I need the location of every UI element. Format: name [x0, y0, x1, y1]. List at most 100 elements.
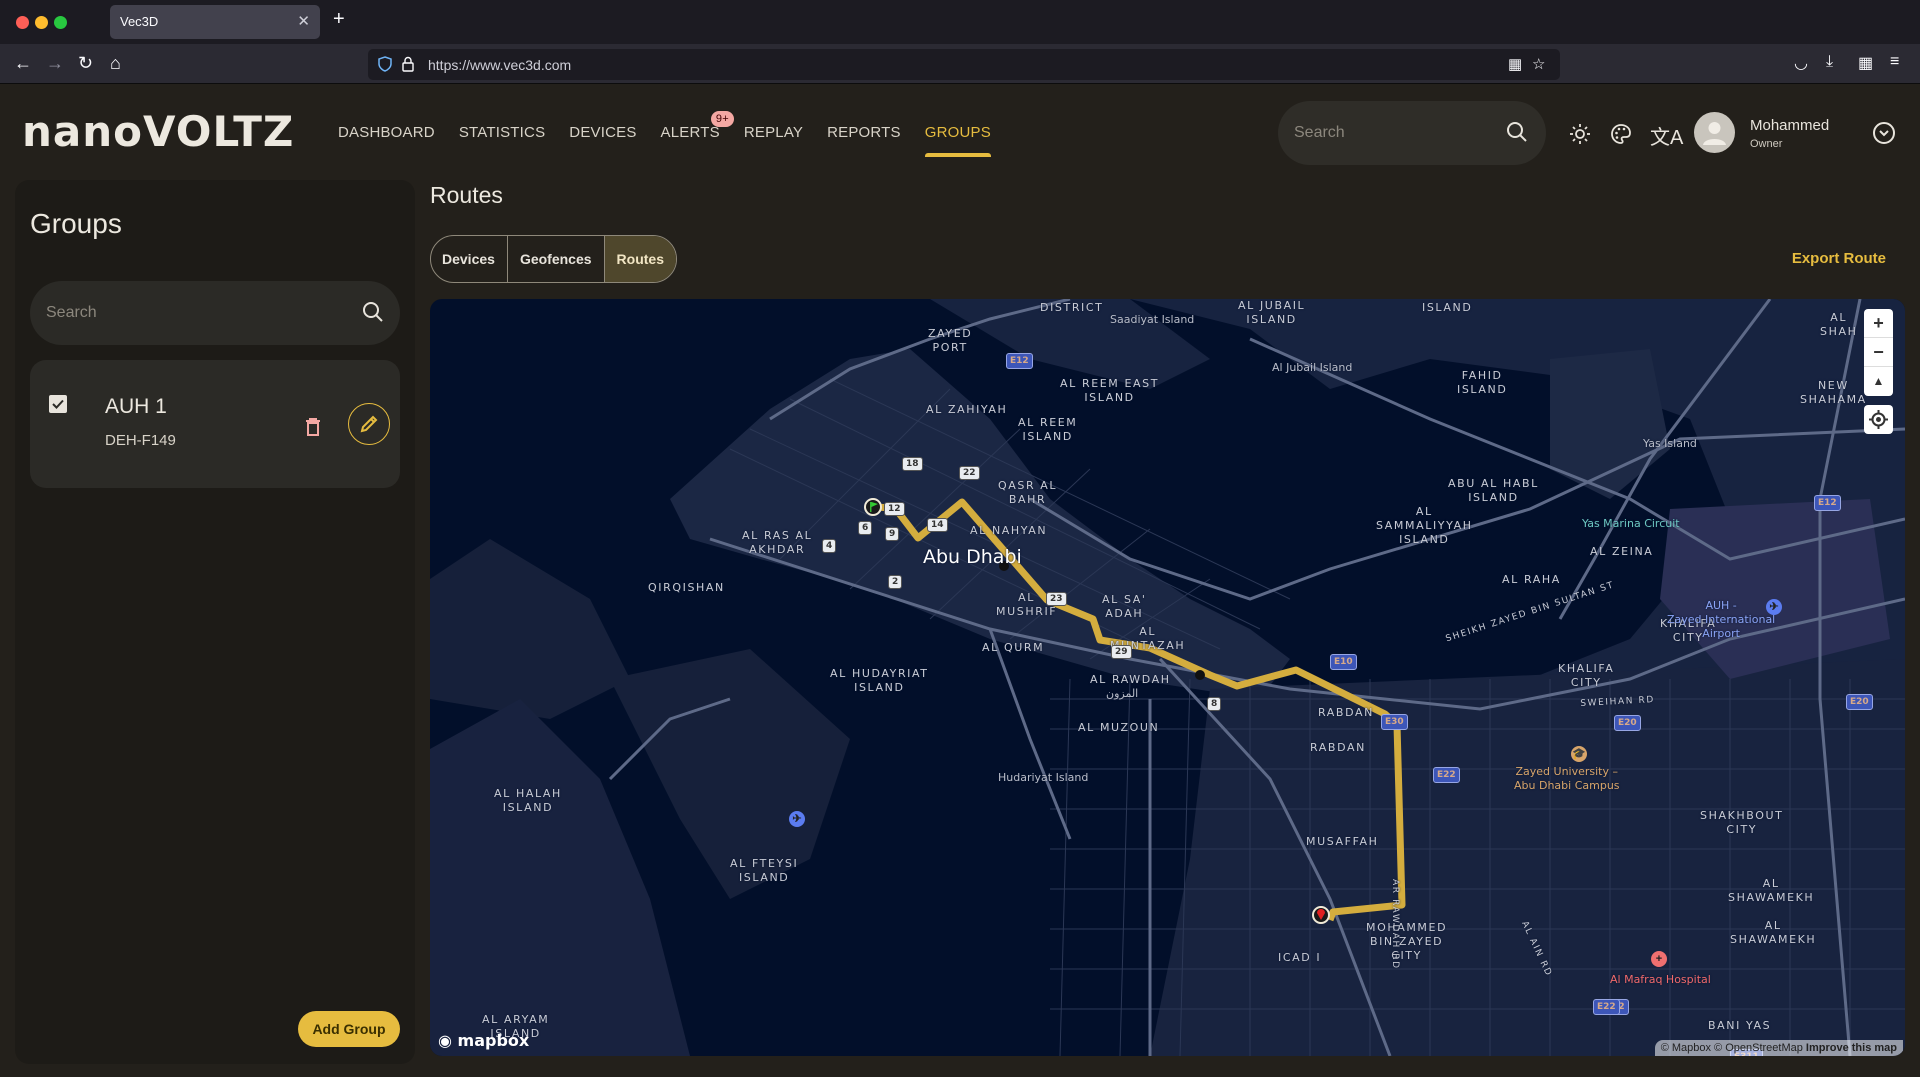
map-label: AL REEM ISLAND [1018, 416, 1078, 443]
avatar[interactable] [1694, 112, 1735, 153]
logo[interactable]: nanoVOLTZ [22, 107, 294, 156]
window-minimize-button[interactable] [35, 16, 48, 29]
tab-routes[interactable]: Routes [604, 236, 676, 282]
theme-light-icon[interactable] [1569, 123, 1591, 145]
forward-icon[interactable]: → [46, 52, 64, 74]
map-label: AR RAWDAH RD [1390, 879, 1400, 970]
active-tab-indicator [924, 153, 991, 157]
nav-label: ALERTS [660, 124, 720, 141]
close-tab-icon[interactable]: ✕ [297, 12, 310, 30]
map-label: Yas Marina Circuit [1582, 517, 1680, 530]
export-route-button[interactable]: Export Route [1792, 250, 1886, 267]
url-bar[interactable]: https://www.vec3d.com ▦ ☆ [368, 49, 1560, 80]
highway-shield: E12 [1006, 353, 1033, 369]
map-label: RABDAN [1318, 706, 1374, 719]
qr-code-icon[interactable]: ▦ [1508, 55, 1522, 73]
nav-dashboard[interactable]: DASHBOARD [338, 85, 435, 165]
add-group-button[interactable]: Add Group [298, 1011, 400, 1047]
home-icon[interactable]: ⌂ [110, 52, 121, 74]
zoom-in-button[interactable]: + [1864, 309, 1893, 338]
airport-icon[interactable]: ✈ [1766, 599, 1782, 615]
nav-devices[interactable]: DEVICES [569, 85, 636, 165]
compass-button[interactable]: ▲ [1864, 367, 1893, 396]
group-list-item[interactable]: AUH 1 DEH-F149 [30, 360, 400, 488]
airstrip-icon[interactable]: ✈ [789, 811, 805, 827]
bookmark-star-icon[interactable]: ☆ [1532, 55, 1545, 73]
map-label: RABDAN [1310, 741, 1366, 754]
tab-title: Vec3D [120, 14, 159, 29]
map-label: المزون [1106, 687, 1139, 700]
user-role: Owner [1750, 138, 1783, 150]
geolocate-button[interactable] [1864, 405, 1893, 434]
translate-icon[interactable]: 文A [1650, 121, 1683, 150]
map-label: AL SHAH [1820, 311, 1858, 338]
improve-map-link[interactable]: Improve this map [1806, 1042, 1897, 1054]
route-number-shield: 8 [1207, 697, 1222, 711]
user-name: Mohammed [1750, 117, 1830, 134]
city-label: Abu Dhabi [923, 546, 1022, 568]
route-number-shield: 12 [884, 502, 905, 516]
nav-replay[interactable]: REPLAY [744, 85, 803, 165]
lock-icon[interactable] [401, 56, 415, 72]
zoom-out-button[interactable]: − [1864, 338, 1893, 367]
map-label: AL ZAHIYAH [926, 403, 1008, 416]
route-number-shield: 4 [822, 539, 837, 553]
map-label: QIRQISHAN [648, 581, 725, 594]
geolocate-icon [1869, 410, 1888, 429]
tab-devices[interactable]: Devices [431, 236, 508, 282]
user-menu-chevron-icon[interactable] [1873, 122, 1895, 144]
menu-icon[interactable]: ≡ [1890, 53, 1899, 71]
nav-label: GROUPS [924, 124, 991, 141]
nav-label: DEVICES [569, 124, 637, 141]
extensions-icon[interactable]: ▦ [1858, 53, 1873, 73]
delete-icon[interactable] [305, 417, 321, 437]
highway-shield: E20 [1614, 715, 1641, 731]
attribution-text[interactable]: © Mapbox © OpenStreetMap [1661, 1042, 1803, 1054]
map-label: Al Mafraq Hospital [1610, 973, 1711, 986]
map-label: AL JUBAIL ISLAND [1238, 299, 1306, 326]
nav-statistics[interactable]: STATISTICS [459, 85, 545, 165]
back-icon[interactable]: ← [14, 52, 32, 74]
search-icon[interactable] [362, 301, 384, 323]
map-label: AL RAWDAH [1090, 673, 1171, 686]
new-tab-button[interactable]: + [333, 8, 345, 31]
map-label: ZAYED PORT [928, 327, 973, 354]
route-waypoint[interactable] [1195, 670, 1205, 680]
window-maximize-button[interactable] [54, 16, 67, 29]
group-checkbox[interactable] [49, 395, 67, 413]
map-label: FAHID ISLAND [1457, 369, 1508, 396]
search-icon[interactable] [1506, 121, 1528, 143]
nav-reports[interactable]: REPORTS [827, 85, 901, 165]
nav-alerts[interactable]: ALERTS 9+ [660, 85, 734, 165]
palette-icon[interactable] [1610, 123, 1632, 145]
page-title: Routes [430, 182, 503, 208]
header-search-input[interactable] [1294, 101, 1494, 165]
pocket-icon[interactable]: ◡ [1794, 53, 1808, 73]
route-number-shield: 2 [888, 575, 903, 589]
app-header: nanoVOLTZ DASHBOARD STATISTICS DEVICES A… [0, 85, 1920, 165]
header-search[interactable] [1278, 101, 1546, 165]
group-device: DEH-F149 [105, 432, 176, 449]
mapbox-logo[interactable]: ◉ mapbox [438, 1031, 529, 1050]
highway-shield: E22 [1433, 767, 1460, 783]
browser-tab[interactable]: Vec3D ✕ [110, 5, 320, 39]
tab-geofences[interactable]: Geofences [508, 236, 605, 282]
university-icon[interactable]: 🎓 [1571, 746, 1587, 762]
main-nav: DASHBOARD STATISTICS DEVICES ALERTS 9+ RE… [338, 85, 1015, 165]
map-label: Zayed University – Abu Dhabi Campus [1514, 765, 1620, 792]
url-text[interactable]: https://www.vec3d.com [428, 57, 571, 73]
route-map[interactable]: DISTRICT ZAYED PORT AL ZAHIYAH AL REEM EAST… [430, 299, 1905, 1056]
tracking-protection-icon[interactable] [378, 56, 392, 72]
map-label: Hudariyat Island [998, 771, 1089, 784]
hospital-icon[interactable]: + [1651, 951, 1667, 967]
route-end-pin-icon[interactable] [1312, 906, 1330, 924]
edit-group-button[interactable] [348, 403, 390, 445]
nav-groups[interactable]: GROUPS [924, 85, 991, 165]
map-label: AL FTEYSI ISLAND [730, 857, 799, 884]
groups-search-input[interactable] [46, 281, 336, 345]
window-close-button[interactable] [16, 16, 29, 29]
reload-icon[interactable]: ↻ [78, 52, 93, 74]
route-start-flag-icon[interactable] [864, 498, 882, 516]
download-icon[interactable]: ⤓ [1826, 53, 1833, 71]
groups-search[interactable] [30, 281, 400, 345]
